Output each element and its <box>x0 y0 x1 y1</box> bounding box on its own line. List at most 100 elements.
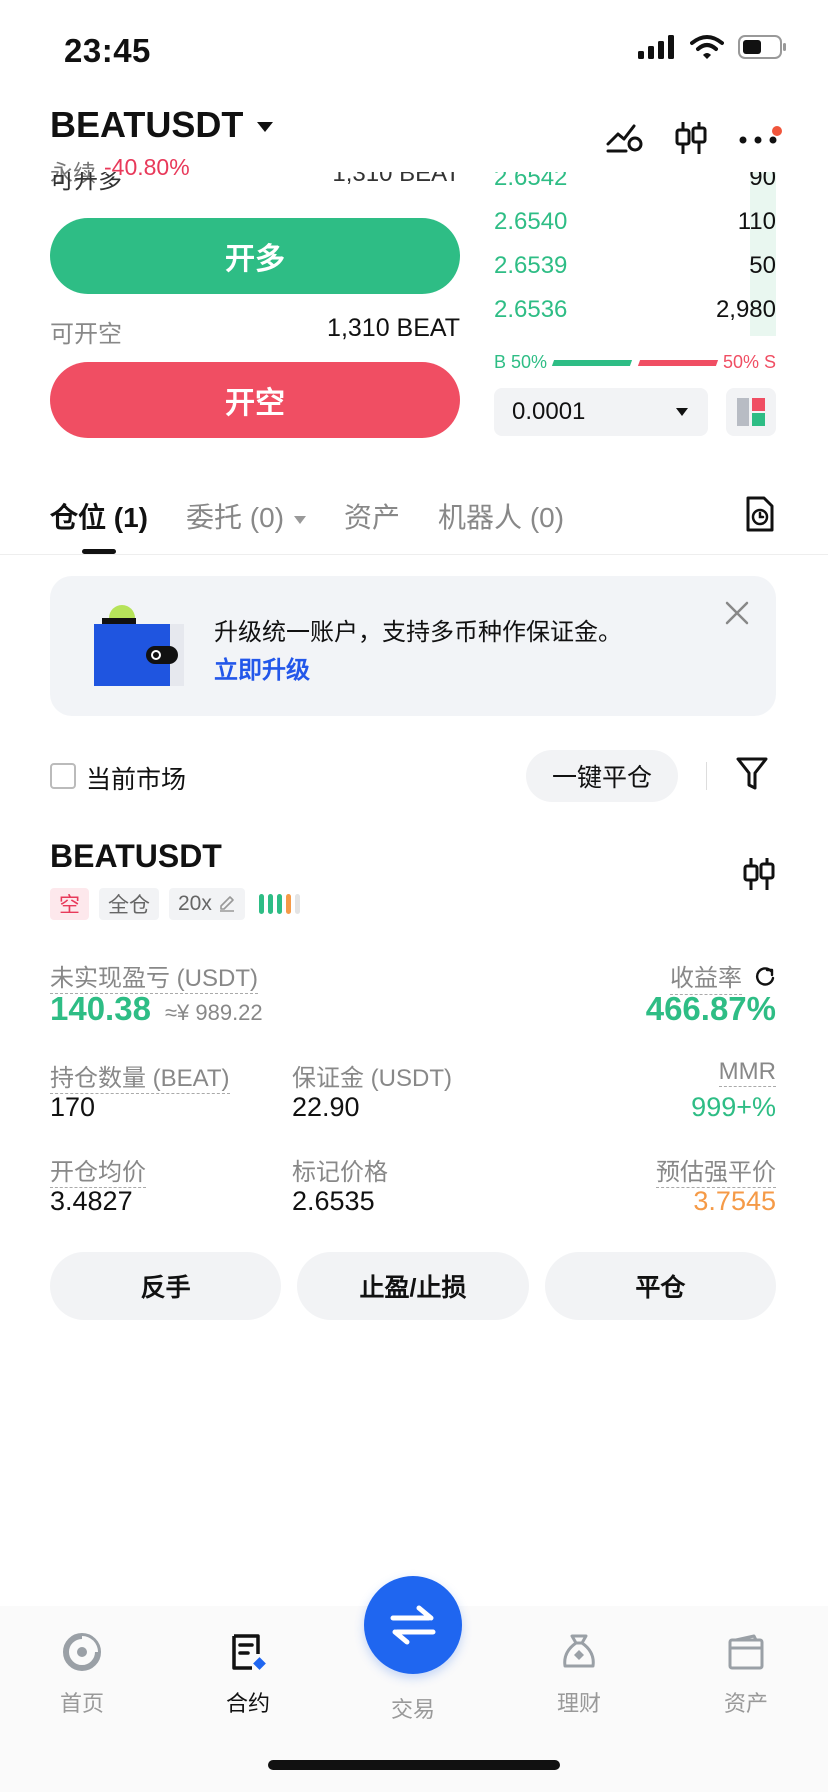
more-dots-icon <box>739 136 777 143</box>
tab-orders[interactable]: 委托 (0) <box>186 496 307 536</box>
close-position-button[interactable]: 平仓 <box>544 1252 776 1320</box>
sell-ratio: 50% S <box>722 352 776 372</box>
filter-button[interactable] <box>736 756 768 797</box>
entry-price-label: 开仓均价 <box>50 1152 146 1188</box>
nav-finance[interactable]: 理财 <box>519 1632 639 1718</box>
nav-home[interactable]: 首页 <box>22 1632 142 1718</box>
mark-price-value: 2.6535 <box>292 1186 375 1216</box>
avail-short-value: 1,310 BEAT <box>327 314 460 342</box>
more-menu-button[interactable] <box>738 125 782 150</box>
buy-ratio-bar <box>551 359 633 366</box>
open-short-button[interactable]: 开空 <box>50 362 460 438</box>
cellular-signal-icon <box>638 35 674 59</box>
nav-assets[interactable]: 资产 <box>686 1632 806 1718</box>
size-label-text: 持仓数量 (BEAT) <box>50 1065 230 1094</box>
orderbook-row[interactable]: 2.6536 2,980 <box>494 288 776 332</box>
pair-selector[interactable]: BEATUSDT <box>50 104 274 146</box>
wallet-illustration-icon <box>94 605 184 686</box>
orderbook-price: 2.6540 <box>494 208 568 235</box>
entry-price-value: 3.4827 <box>50 1186 133 1216</box>
banner-text: 升级统一账户，支持多币种作保证金。 <box>214 619 622 646</box>
position-symbol[interactable]: BEATUSDT <box>50 838 222 875</box>
unrealized-pnl: 140.38 ≈¥ 989.22 <box>50 990 263 1028</box>
nav-contract-label: 合约 <box>225 1691 270 1716</box>
margin-mode-tag: 全仓 <box>99 888 159 920</box>
risk-level-indicator <box>258 894 300 914</box>
orderbook-row[interactable]: 2.6540 110 <box>494 200 776 244</box>
roi-value: 466.87% <box>645 990 776 1027</box>
orderbook-qty: 2,980 <box>715 296 776 323</box>
status-icons <box>638 34 788 60</box>
indicator-settings-button[interactable] <box>606 122 644 159</box>
edit-pencil-icon <box>219 896 234 912</box>
chevron-down-icon <box>257 122 274 132</box>
position-chart-button[interactable] <box>742 856 776 897</box>
orderbook-layout-button[interactable] <box>726 388 776 436</box>
side-tag: 空 <box>50 888 89 920</box>
avail-long-row: 可开多 1,310 BEAT <box>50 172 460 198</box>
leverage-value: 20x <box>178 892 212 915</box>
banner-upgrade-link[interactable]: 立即升级 <box>214 650 310 685</box>
home-logo-icon <box>63 1633 101 1671</box>
orderbook-row[interactable]: 2.6542 90 <box>494 172 776 200</box>
unrealized-pnl-value: 140.38 <box>50 990 151 1027</box>
money-bag-icon <box>563 1634 595 1668</box>
history-document-icon <box>746 496 774 532</box>
close-all-button[interactable]: 一键平仓 <box>526 750 678 802</box>
position-tabs: 仓位 (1) 委托 (0) 资产 机器人 (0) <box>50 496 564 554</box>
liq-price-value: 3.7545 <box>693 1186 776 1216</box>
filter-funnel-icon <box>736 757 768 790</box>
tab-orders-label: 委托 (0) <box>186 502 285 533</box>
tab-bots[interactable]: 机器人 (0) <box>438 496 564 536</box>
orderbook-qty: 50 <box>749 252 776 279</box>
leverage-tag[interactable]: 20x <box>169 888 245 920</box>
sell-ratio-bar <box>637 359 719 366</box>
open-long-button[interactable]: 开多 <box>50 218 460 294</box>
current-market-label: 当前市场 <box>86 766 187 794</box>
orderbook-price: 2.6539 <box>494 252 568 279</box>
close-icon[interactable] <box>724 600 750 626</box>
history-button[interactable] <box>744 496 776 537</box>
tab-assets[interactable]: 资产 <box>344 496 400 536</box>
nav-trade-button[interactable] <box>364 1576 462 1674</box>
orderbook-price: 2.6536 <box>494 296 568 323</box>
chevron-down-icon <box>676 408 688 416</box>
tab-positions[interactable]: 仓位 (1) <box>50 496 148 554</box>
nav-finance-label: 理财 <box>556 1691 601 1716</box>
tp-sl-button[interactable]: 止盈/止损 <box>297 1252 529 1320</box>
position-tags: 空 全仓 20x <box>50 888 300 920</box>
orderbook-layout-icon <box>737 398 765 426</box>
avail-long-label: 可开多 <box>50 172 122 194</box>
share-refresh-icon <box>756 966 775 986</box>
avail-short-label: 可开空 <box>50 321 122 348</box>
mmr-value: 999+% <box>691 1092 776 1122</box>
home-indicator <box>268 1760 560 1770</box>
orderbook-row[interactable]: 2.6539 50 <box>494 244 776 288</box>
entry-price-label-text: 开仓均价 <box>50 1159 146 1188</box>
chevron-down-icon <box>294 515 307 524</box>
mmr-label-text: MMR <box>718 1058 776 1087</box>
tabs-divider <box>0 554 828 555</box>
precision-value: 0.0001 <box>512 398 586 425</box>
margin-value: 22.90 <box>292 1092 360 1122</box>
orderbook-price: 2.6542 <box>494 172 568 191</box>
unrealized-pnl-label: 未实现盈亏 (USDT) <box>50 958 258 994</box>
position-actions: 反手 止盈/止损 平仓 <box>50 1252 776 1320</box>
reverse-button[interactable]: 反手 <box>50 1252 282 1320</box>
precision-select[interactable]: 0.0001 <box>494 388 708 436</box>
swap-arrows-icon <box>390 1605 436 1645</box>
pair-name: BEATUSDT <box>50 104 244 145</box>
candlestick-icon <box>743 858 775 890</box>
battery-icon <box>738 35 786 59</box>
current-market-checkbox[interactable] <box>50 763 76 789</box>
size-value: 170 <box>50 1092 96 1122</box>
avail-short-row: 可开空 1,310 BEAT <box>50 314 460 349</box>
header-actions <box>606 120 782 161</box>
upgrade-banner[interactable]: 升级统一账户，支持多币种作保证金。 立即升级 <box>50 576 776 716</box>
separator <box>706 762 707 790</box>
status-time: 23:45 <box>64 32 151 69</box>
orderbook-qty: 90 <box>749 172 776 191</box>
liq-price-label: 预估强平价 <box>656 1152 776 1188</box>
nav-contract[interactable]: 合约 <box>188 1632 308 1718</box>
candlestick-chart-button[interactable] <box>674 120 708 161</box>
